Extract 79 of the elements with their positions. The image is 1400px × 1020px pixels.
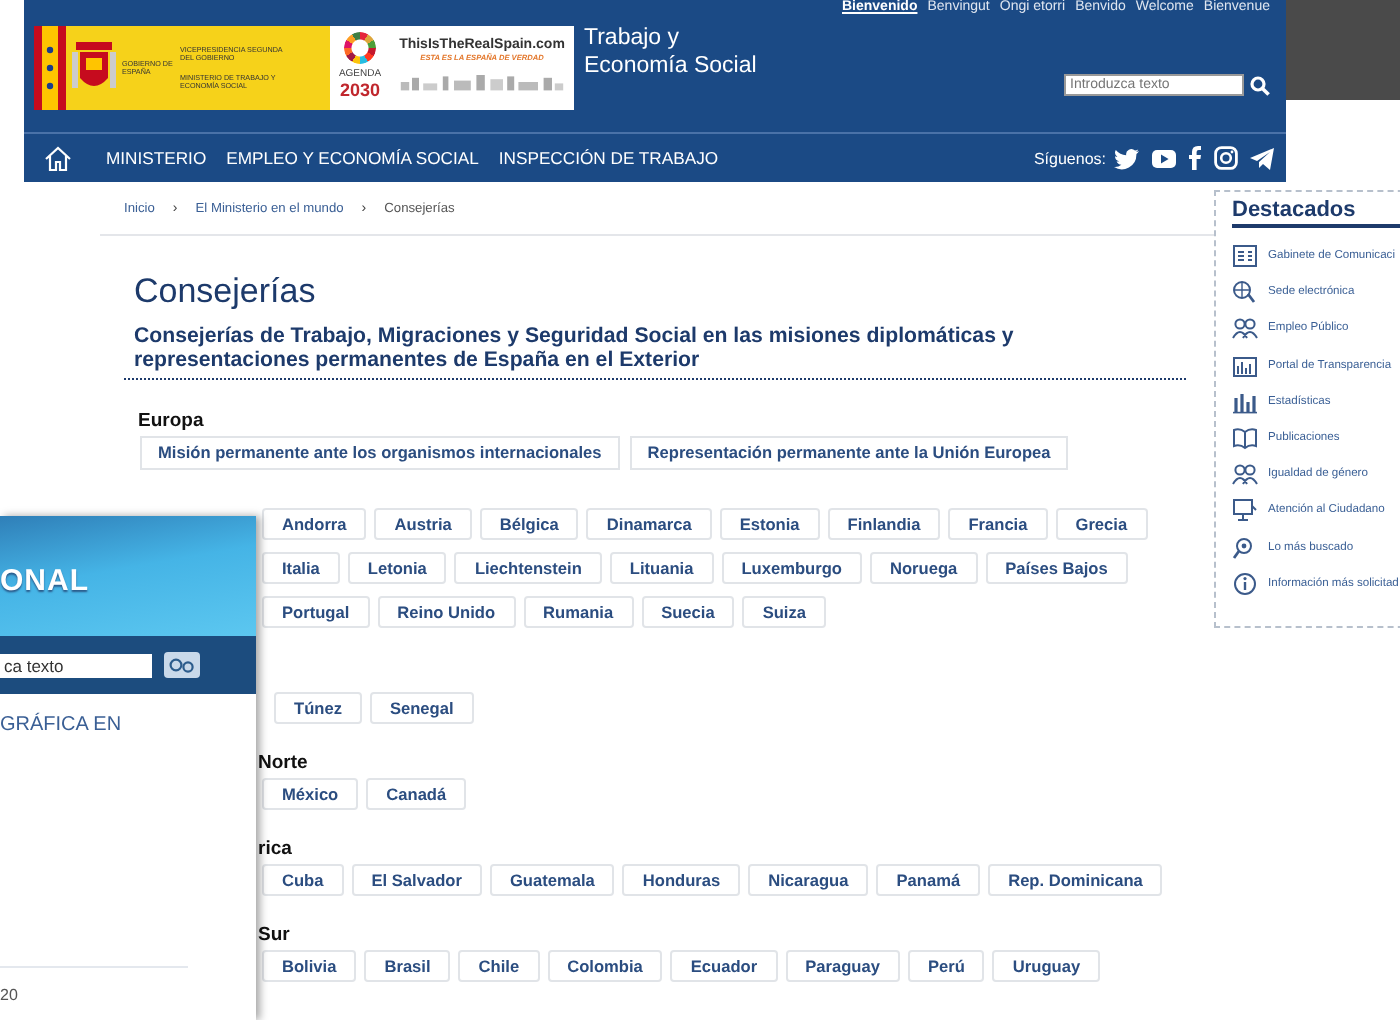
country-button[interactable]: Lituania (609, 552, 714, 584)
country-button[interactable]: Guatemala (489, 864, 615, 896)
country-button[interactable]: Canadá (366, 778, 467, 810)
nav-link[interactable]: MINISTERIO (106, 148, 207, 168)
search-button[interactable] (164, 652, 200, 678)
country-button[interactable]: Cuba (262, 864, 344, 896)
country-button[interactable]: Brasil (364, 950, 451, 982)
country-button[interactable]: Portugal (262, 596, 370, 628)
country-button[interactable]: Bélgica (479, 508, 579, 540)
country-button[interactable]: Finlandia (827, 508, 941, 540)
search-icon[interactable] (1232, 535, 1258, 560)
country-button[interactable]: Rumania (523, 596, 634, 628)
country-button[interactable]: Chile (458, 950, 540, 982)
country-button[interactable]: Uruguay (992, 950, 1101, 982)
country-button[interactable]: Países Bajos (985, 552, 1128, 584)
region-heading: rica (258, 838, 294, 860)
country-button[interactable]: Liechtenstein (454, 552, 602, 584)
country-button[interactable]: Francia (948, 508, 1048, 540)
page-subtitle: Consejerías de Trabajo, Migraciones y Seguridad Social en las misiones diplomáticas y representaciones permanentes de España en el Exterior (134, 324, 1016, 372)
country-button[interactable]: Noruega (869, 552, 978, 584)
region-heading: Norte (258, 752, 310, 774)
paper-plane-icon[interactable] (1250, 147, 1274, 169)
country-button[interactable]: Bolivia (262, 950, 357, 982)
people-icon[interactable] (1232, 462, 1258, 487)
banner-title: ONAL (0, 564, 89, 598)
country-button[interactable]: Letonia (347, 552, 447, 584)
agenda-year: 2030 (339, 80, 381, 100)
country-button[interactable]: Suiza (742, 596, 826, 628)
nav-link[interactable]: EMPLEO Y ECONOMÍA SOCIAL (226, 148, 479, 168)
featured-title: Destacados (1232, 198, 1400, 228)
play-icon[interactable] (1152, 149, 1176, 167)
region-heading: Sur (258, 924, 292, 946)
bar-chart-icon[interactable] (1232, 389, 1258, 414)
home-icon[interactable] (44, 145, 72, 171)
page-title: Consejerías (134, 272, 316, 312)
country-button[interactable]: Túnez (274, 692, 362, 724)
monitor-icon[interactable] (1232, 498, 1258, 523)
flag-drawing (34, 26, 66, 110)
country-button[interactable]: Ecuador (670, 950, 778, 982)
site-title: Trabajo y (584, 24, 682, 52)
people-icon[interactable] (1232, 316, 1258, 341)
country-button[interactable]: Paraguay (785, 950, 900, 982)
site-title: Economía Social (584, 52, 757, 80)
search-field[interactable]: ca texto (0, 653, 152, 677)
background-window (1286, 0, 1400, 100)
country-button[interactable]: Andorra (262, 508, 367, 540)
country-button[interactable]: Perú (907, 950, 985, 982)
country-button[interactable]: Nicaragua (748, 864, 869, 896)
mission-link[interactable]: Representación permanente ante la Unión Europea (629, 436, 1069, 470)
info-icon[interactable] (1232, 571, 1258, 596)
newspaper-icon[interactable] (1232, 244, 1258, 269)
country-button[interactable]: Rep. Dominicana (988, 864, 1163, 896)
search-icon[interactable] (1250, 75, 1270, 95)
bird-icon[interactable] (1114, 147, 1140, 169)
country-button[interactable]: Senegal (369, 692, 474, 724)
country-button[interactable]: Grecia (1055, 508, 1148, 540)
f-logo-icon[interactable] (1188, 146, 1202, 170)
building-icon[interactable] (1232, 353, 1258, 378)
agenda-wheel-icon (344, 32, 376, 64)
window-footer-text: 20 (0, 986, 18, 1004)
country-button[interactable]: Estonia (719, 508, 820, 540)
country-button[interactable]: Italia (262, 552, 340, 584)
mission-link[interactable]: Misión permanente ante los organismos internacionales (140, 436, 620, 470)
nav-link[interactable]: INSPECCIÓN DE TRABAJO (498, 148, 719, 168)
country-button[interactable]: El Salvador (351, 864, 482, 896)
follow-label: Síguenos: (1033, 149, 1106, 167)
book-icon[interactable] (1232, 426, 1258, 451)
country-button[interactable]: Suecia (641, 596, 735, 628)
window-heading: GRÁFICA EN (0, 714, 124, 736)
country-button[interactable]: Luxemburgo (721, 552, 862, 584)
country-button[interactable]: México (262, 778, 359, 810)
region-heading: Europa (138, 410, 206, 432)
camera-icon[interactable] (1214, 146, 1238, 170)
country-button[interactable]: Austria (374, 508, 472, 540)
country-button[interactable]: Reino Unido (377, 596, 516, 628)
country-button[interactable]: Colombia (547, 950, 663, 982)
country-button[interactable]: Honduras (622, 864, 741, 896)
country-button[interactable]: Dinamarca (586, 508, 712, 540)
country-button[interactable]: Panamá (876, 864, 981, 896)
